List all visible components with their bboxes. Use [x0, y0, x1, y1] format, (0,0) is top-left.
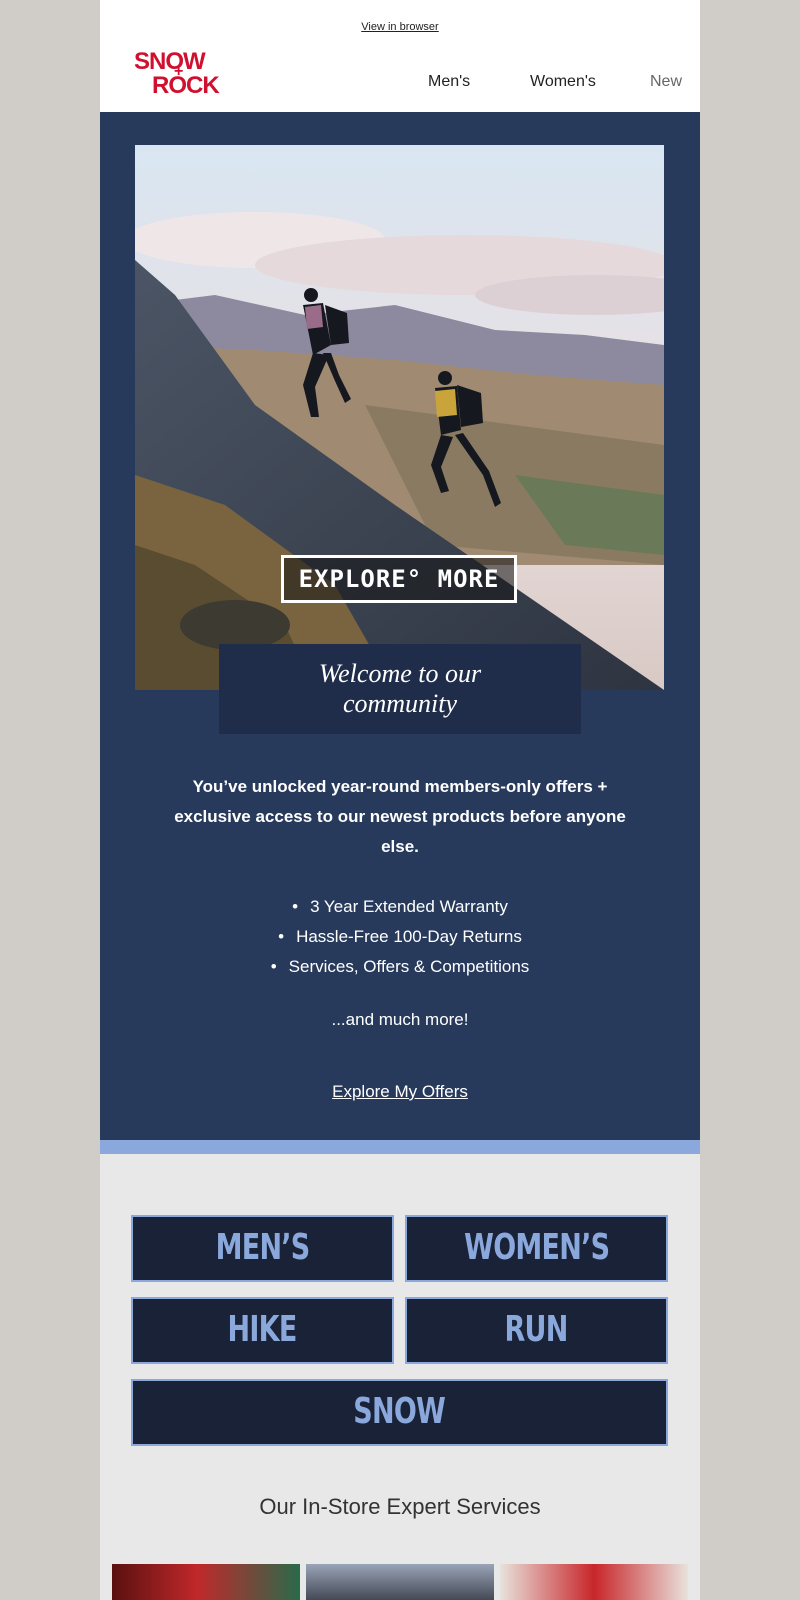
category-button-run[interactable]: RUN — [405, 1297, 668, 1364]
list-item: • Hassle-Free 100-Day Returns — [100, 922, 700, 952]
service-image-1[interactable] — [112, 1564, 300, 1600]
view-in-browser-link[interactable]: View in browser — [100, 21, 700, 33]
category-label-hike: HIKE — [227, 1309, 298, 1350]
category-label-snow: SNOW — [353, 1391, 447, 1432]
list-item: • 3 Year Extended Warranty — [100, 892, 700, 922]
snow-rock-logo[interactable]: SNOW + ROCK — [134, 50, 226, 100]
benefit-returns: Hassle-Free 100-Day Returns — [296, 927, 522, 946]
category-label-mens: MEN’S — [215, 1227, 311, 1268]
category-section: MEN’S WOMEN’S HIKE RUN SNOW Our In-Store… — [100, 1154, 700, 1600]
email-header: View in browser SNOW + ROCK Men's Women'… — [100, 0, 700, 112]
hero-section: EXPLORE° MORE Welcome to our community Y… — [100, 112, 700, 1140]
category-button-womens[interactable]: WOMEN’S — [405, 1215, 668, 1282]
category-label-womens: WOMEN’S — [463, 1227, 610, 1268]
benefit-services: Services, Offers & Competitions — [288, 957, 530, 976]
nav-link-new[interactable]: New — [650, 73, 682, 91]
category-button-mens[interactable]: MEN’S — [131, 1215, 394, 1282]
welcome-line-1: Welcome to our — [318, 659, 482, 688]
logo-text-snow: SNOW — [134, 48, 206, 75]
email-container: View in browser SNOW + ROCK Men's Women'… — [100, 0, 700, 1600]
welcome-heading: Welcome to our community — [219, 644, 581, 734]
explore-my-offers-link[interactable]: Explore My Offers — [100, 1082, 700, 1102]
service-image-3[interactable] — [500, 1564, 688, 1600]
category-button-snow[interactable]: SNOW — [131, 1379, 668, 1446]
nav-link-womens[interactable]: Women's — [530, 73, 596, 91]
nav-link-mens[interactable]: Men's — [428, 73, 470, 91]
bullet-icon: • — [292, 897, 299, 916]
explore-more-badge: EXPLORE° MORE — [281, 555, 517, 603]
intro-text: You’ve unlocked year-round members-only … — [174, 777, 626, 856]
bullet-icon: • — [278, 927, 285, 946]
service-image-2[interactable] — [306, 1564, 494, 1600]
welcome-line-2: community — [342, 689, 458, 718]
and-much-more-text: ...and much more! — [331, 1010, 469, 1029]
hikers-illustration — [135, 145, 664, 690]
category-button-hike[interactable]: HIKE — [131, 1297, 394, 1364]
benefit-warranty: 3 Year Extended Warranty — [310, 897, 508, 916]
hikers-hero-image[interactable]: EXPLORE° MORE — [135, 145, 664, 690]
services-heading: Our In-Store Expert Services — [259, 1494, 541, 1519]
list-item: • Services, Offers & Competitions — [100, 952, 700, 982]
benefits-list: • 3 Year Extended Warranty • Hassle-Free 1… — [100, 892, 700, 982]
logo-text-rock: ROCK — [152, 72, 220, 99]
category-label-run: RUN — [504, 1309, 569, 1350]
bullet-icon: • — [270, 957, 277, 976]
section-divider — [100, 1140, 700, 1154]
